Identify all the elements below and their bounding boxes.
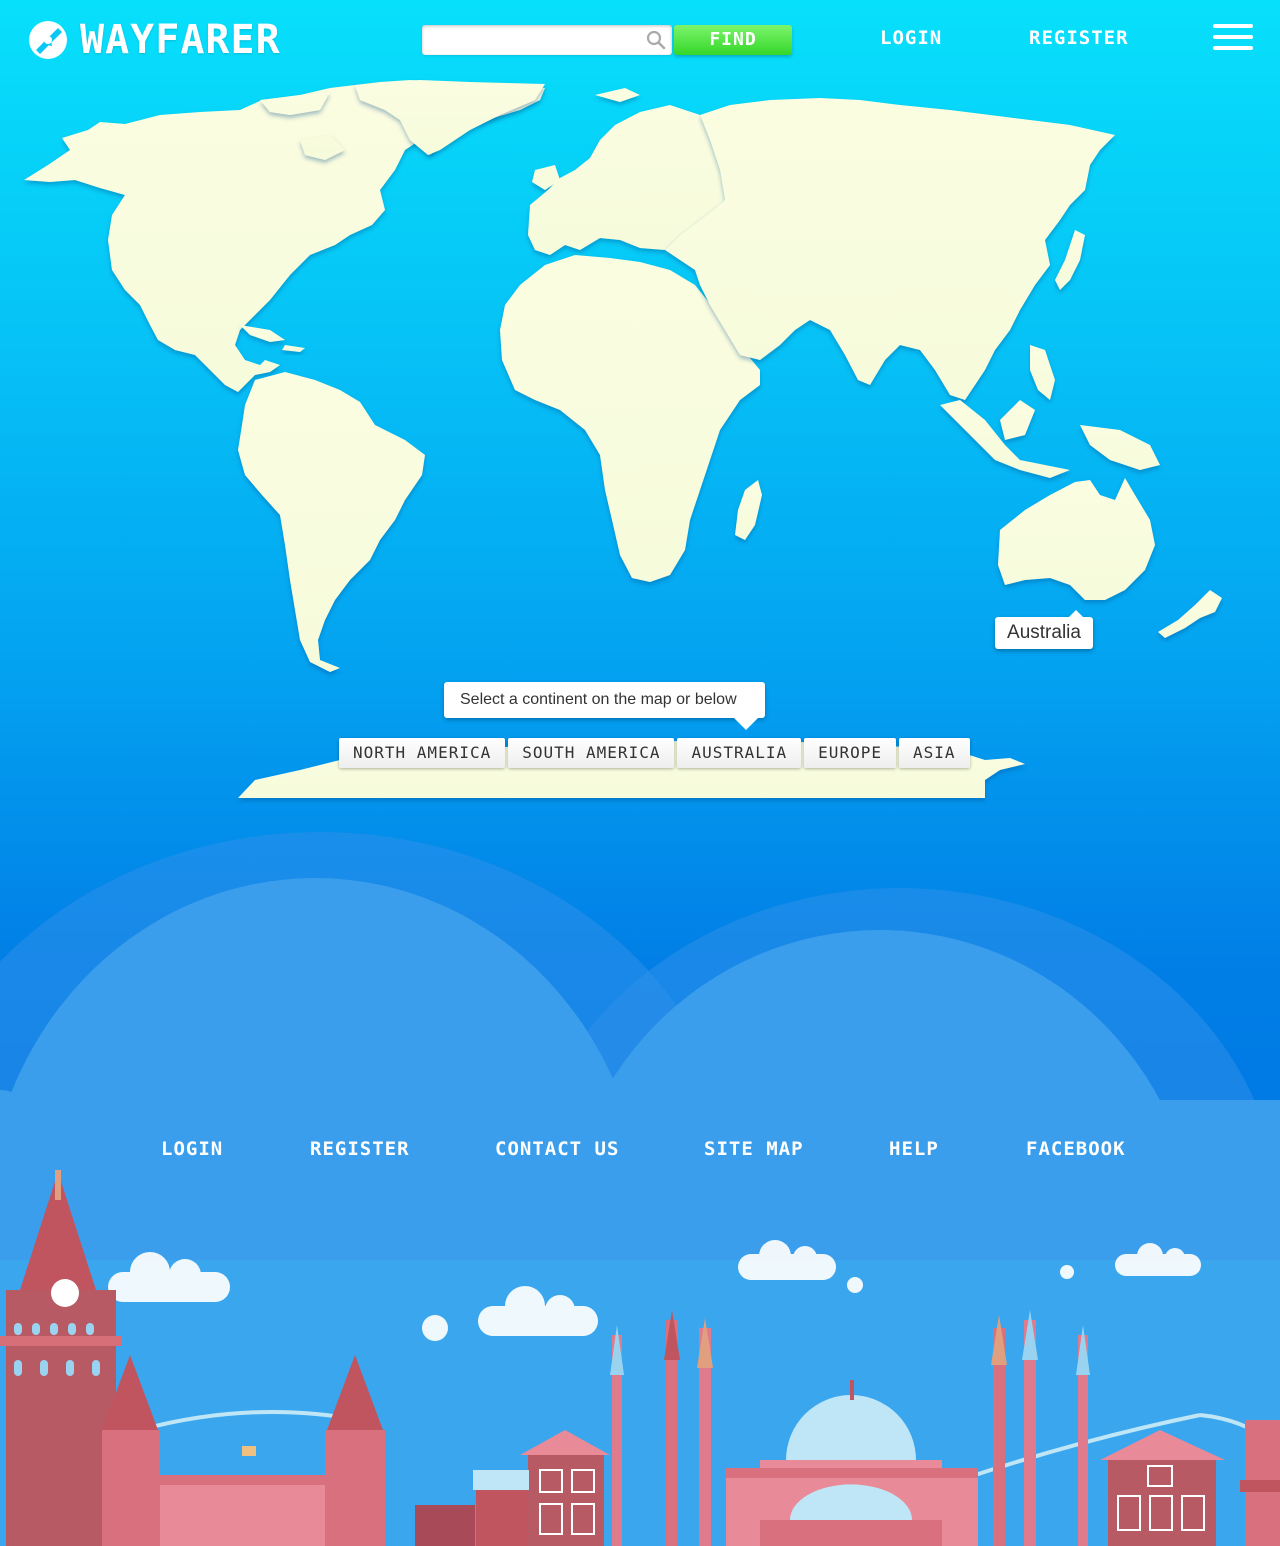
continent-south-america[interactable] [238,372,425,672]
footer-help-link[interactable]: HELP [889,1138,939,1160]
cloud-icon [108,1240,1201,1341]
world-map: Australia Select a continent on the map … [0,70,1280,810]
japan [1055,230,1085,290]
footer-facebook-link[interactable]: FACEBOOK [1026,1138,1126,1160]
hamburger-menu-icon[interactable] [1213,24,1253,52]
brand-logo[interactable]: WAYFARER [28,18,281,62]
new-zealand [1158,590,1222,638]
continent-button-asia[interactable]: ASIA [898,738,970,768]
continent-button-north-america[interactable]: NORTH AMERICA [339,738,506,768]
continent-australia[interactable] [998,478,1155,600]
compass-icon [29,21,67,59]
footer-login-link[interactable]: LOGIN [161,1138,223,1160]
castle [102,1355,385,1546]
continent-button-south-america[interactable]: SOUTH AMERICA [508,738,675,768]
search-box[interactable] [422,25,672,55]
footer-sitemap-link[interactable]: SITE MAP [704,1138,804,1160]
tower-right [1240,1420,1280,1546]
madagascar [735,480,762,540]
map-hover-tooltip: Australia [995,610,1093,649]
footer-contact-link[interactable]: CONTACT US [495,1138,619,1160]
header: WAYFARER FIND LOGIN REGISTER [0,0,1280,80]
find-button[interactable]: FIND [674,25,792,55]
nav-register-link[interactable]: REGISTER [1029,27,1129,49]
map-hint-tooltip: Select a continent on the map or below [444,682,765,730]
indonesia [940,400,1160,478]
philippines [1030,345,1055,400]
continent-button-group: NORTH AMERICA SOUTH AMERICA AUSTRALIA EU… [339,738,970,768]
caribbean [240,325,305,352]
mosque [610,1310,1090,1546]
skyline-illustration [0,1170,1280,1546]
brand-name: WAYFARER [80,17,281,63]
search-input[interactable] [422,25,637,55]
search-icon [646,30,666,50]
continent-button-australia[interactable]: AUSTRALIA [677,738,802,768]
nav-login-link[interactable]: LOGIN [880,27,942,49]
footer-register-link[interactable]: REGISTER [310,1138,410,1160]
continent-button-europe[interactable]: EUROPE [804,738,896,768]
